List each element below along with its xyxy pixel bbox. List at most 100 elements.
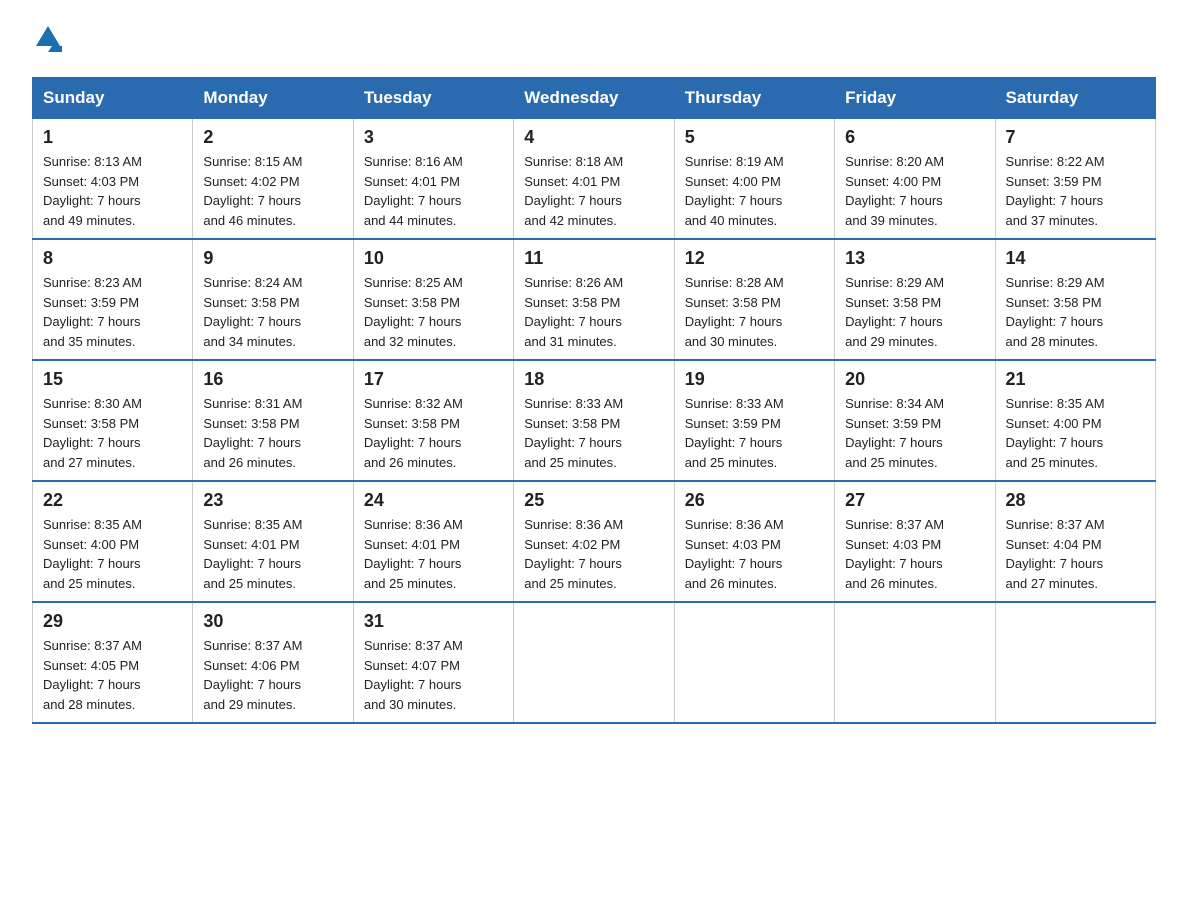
calendar-cell: 23 Sunrise: 8:35 AMSunset: 4:01 PMDaylig… (193, 481, 353, 602)
calendar-cell: 27 Sunrise: 8:37 AMSunset: 4:03 PMDaylig… (835, 481, 995, 602)
day-number: 4 (524, 127, 663, 148)
header-saturday: Saturday (995, 78, 1155, 119)
header-sunday: Sunday (33, 78, 193, 119)
day-info: Sunrise: 8:37 AMSunset: 4:04 PMDaylight:… (1006, 517, 1105, 591)
header-tuesday: Tuesday (353, 78, 513, 119)
day-info: Sunrise: 8:29 AMSunset: 3:58 PMDaylight:… (1006, 275, 1105, 349)
day-number: 21 (1006, 369, 1145, 390)
calendar-cell: 6 Sunrise: 8:20 AMSunset: 4:00 PMDayligh… (835, 119, 995, 240)
day-number: 19 (685, 369, 824, 390)
day-info: Sunrise: 8:28 AMSunset: 3:58 PMDaylight:… (685, 275, 784, 349)
header-friday: Friday (835, 78, 995, 119)
logo-text (32, 24, 62, 59)
day-info: Sunrise: 8:30 AMSunset: 3:58 PMDaylight:… (43, 396, 142, 470)
logo-icon (34, 24, 62, 52)
day-number: 18 (524, 369, 663, 390)
calendar-cell: 11 Sunrise: 8:26 AMSunset: 3:58 PMDaylig… (514, 239, 674, 360)
day-info: Sunrise: 8:35 AMSunset: 4:00 PMDaylight:… (1006, 396, 1105, 470)
calendar-header-row: SundayMondayTuesdayWednesdayThursdayFrid… (33, 78, 1156, 119)
day-number: 17 (364, 369, 503, 390)
day-number: 9 (203, 248, 342, 269)
day-info: Sunrise: 8:24 AMSunset: 3:58 PMDaylight:… (203, 275, 302, 349)
day-number: 24 (364, 490, 503, 511)
day-info: Sunrise: 8:36 AMSunset: 4:03 PMDaylight:… (685, 517, 784, 591)
day-number: 16 (203, 369, 342, 390)
day-number: 15 (43, 369, 182, 390)
day-info: Sunrise: 8:23 AMSunset: 3:59 PMDaylight:… (43, 275, 142, 349)
calendar-cell (674, 602, 834, 723)
day-info: Sunrise: 8:35 AMSunset: 4:00 PMDaylight:… (43, 517, 142, 591)
day-number: 28 (1006, 490, 1145, 511)
day-info: Sunrise: 8:13 AMSunset: 4:03 PMDaylight:… (43, 154, 142, 228)
day-number: 20 (845, 369, 984, 390)
week-row-2: 8 Sunrise: 8:23 AMSunset: 3:59 PMDayligh… (33, 239, 1156, 360)
calendar-cell: 24 Sunrise: 8:36 AMSunset: 4:01 PMDaylig… (353, 481, 513, 602)
day-info: Sunrise: 8:37 AMSunset: 4:07 PMDaylight:… (364, 638, 463, 712)
calendar-cell: 25 Sunrise: 8:36 AMSunset: 4:02 PMDaylig… (514, 481, 674, 602)
calendar-cell: 5 Sunrise: 8:19 AMSunset: 4:00 PMDayligh… (674, 119, 834, 240)
header-thursday: Thursday (674, 78, 834, 119)
day-number: 29 (43, 611, 182, 632)
day-number: 12 (685, 248, 824, 269)
calendar-table: SundayMondayTuesdayWednesdayThursdayFrid… (32, 77, 1156, 724)
day-info: Sunrise: 8:29 AMSunset: 3:58 PMDaylight:… (845, 275, 944, 349)
logo (32, 24, 62, 59)
calendar-cell: 2 Sunrise: 8:15 AMSunset: 4:02 PMDayligh… (193, 119, 353, 240)
header-wednesday: Wednesday (514, 78, 674, 119)
day-info: Sunrise: 8:36 AMSunset: 4:02 PMDaylight:… (524, 517, 623, 591)
day-info: Sunrise: 8:26 AMSunset: 3:58 PMDaylight:… (524, 275, 623, 349)
calendar-cell: 17 Sunrise: 8:32 AMSunset: 3:58 PMDaylig… (353, 360, 513, 481)
calendar-cell: 19 Sunrise: 8:33 AMSunset: 3:59 PMDaylig… (674, 360, 834, 481)
calendar-cell: 8 Sunrise: 8:23 AMSunset: 3:59 PMDayligh… (33, 239, 193, 360)
day-info: Sunrise: 8:34 AMSunset: 3:59 PMDaylight:… (845, 396, 944, 470)
calendar-cell: 10 Sunrise: 8:25 AMSunset: 3:58 PMDaylig… (353, 239, 513, 360)
day-info: Sunrise: 8:35 AMSunset: 4:01 PMDaylight:… (203, 517, 302, 591)
day-number: 8 (43, 248, 182, 269)
calendar-cell: 1 Sunrise: 8:13 AMSunset: 4:03 PMDayligh… (33, 119, 193, 240)
day-number: 11 (524, 248, 663, 269)
calendar-cell: 20 Sunrise: 8:34 AMSunset: 3:59 PMDaylig… (835, 360, 995, 481)
day-info: Sunrise: 8:18 AMSunset: 4:01 PMDaylight:… (524, 154, 623, 228)
calendar-cell: 3 Sunrise: 8:16 AMSunset: 4:01 PMDayligh… (353, 119, 513, 240)
calendar-cell: 9 Sunrise: 8:24 AMSunset: 3:58 PMDayligh… (193, 239, 353, 360)
week-row-3: 15 Sunrise: 8:30 AMSunset: 3:58 PMDaylig… (33, 360, 1156, 481)
day-number: 7 (1006, 127, 1145, 148)
header-monday: Monday (193, 78, 353, 119)
day-number: 31 (364, 611, 503, 632)
page-header (32, 24, 1156, 59)
day-number: 1 (43, 127, 182, 148)
week-row-1: 1 Sunrise: 8:13 AMSunset: 4:03 PMDayligh… (33, 119, 1156, 240)
calendar-cell: 26 Sunrise: 8:36 AMSunset: 4:03 PMDaylig… (674, 481, 834, 602)
calendar-cell: 28 Sunrise: 8:37 AMSunset: 4:04 PMDaylig… (995, 481, 1155, 602)
day-number: 5 (685, 127, 824, 148)
day-number: 30 (203, 611, 342, 632)
day-number: 27 (845, 490, 984, 511)
day-info: Sunrise: 8:31 AMSunset: 3:58 PMDaylight:… (203, 396, 302, 470)
day-number: 25 (524, 490, 663, 511)
calendar-cell (835, 602, 995, 723)
day-info: Sunrise: 8:37 AMSunset: 4:05 PMDaylight:… (43, 638, 142, 712)
week-row-5: 29 Sunrise: 8:37 AMSunset: 4:05 PMDaylig… (33, 602, 1156, 723)
day-number: 14 (1006, 248, 1145, 269)
day-info: Sunrise: 8:37 AMSunset: 4:03 PMDaylight:… (845, 517, 944, 591)
day-number: 22 (43, 490, 182, 511)
day-info: Sunrise: 8:15 AMSunset: 4:02 PMDaylight:… (203, 154, 302, 228)
calendar-cell: 7 Sunrise: 8:22 AMSunset: 3:59 PMDayligh… (995, 119, 1155, 240)
calendar-cell: 31 Sunrise: 8:37 AMSunset: 4:07 PMDaylig… (353, 602, 513, 723)
day-info: Sunrise: 8:33 AMSunset: 3:59 PMDaylight:… (685, 396, 784, 470)
calendar-cell (995, 602, 1155, 723)
day-info: Sunrise: 8:25 AMSunset: 3:58 PMDaylight:… (364, 275, 463, 349)
day-info: Sunrise: 8:33 AMSunset: 3:58 PMDaylight:… (524, 396, 623, 470)
calendar-cell: 13 Sunrise: 8:29 AMSunset: 3:58 PMDaylig… (835, 239, 995, 360)
calendar-cell: 21 Sunrise: 8:35 AMSunset: 4:00 PMDaylig… (995, 360, 1155, 481)
calendar-cell: 14 Sunrise: 8:29 AMSunset: 3:58 PMDaylig… (995, 239, 1155, 360)
calendar-cell (514, 602, 674, 723)
calendar-cell: 12 Sunrise: 8:28 AMSunset: 3:58 PMDaylig… (674, 239, 834, 360)
day-number: 3 (364, 127, 503, 148)
day-info: Sunrise: 8:36 AMSunset: 4:01 PMDaylight:… (364, 517, 463, 591)
day-info: Sunrise: 8:16 AMSunset: 4:01 PMDaylight:… (364, 154, 463, 228)
day-number: 10 (364, 248, 503, 269)
day-number: 23 (203, 490, 342, 511)
day-info: Sunrise: 8:20 AMSunset: 4:00 PMDaylight:… (845, 154, 944, 228)
day-number: 26 (685, 490, 824, 511)
